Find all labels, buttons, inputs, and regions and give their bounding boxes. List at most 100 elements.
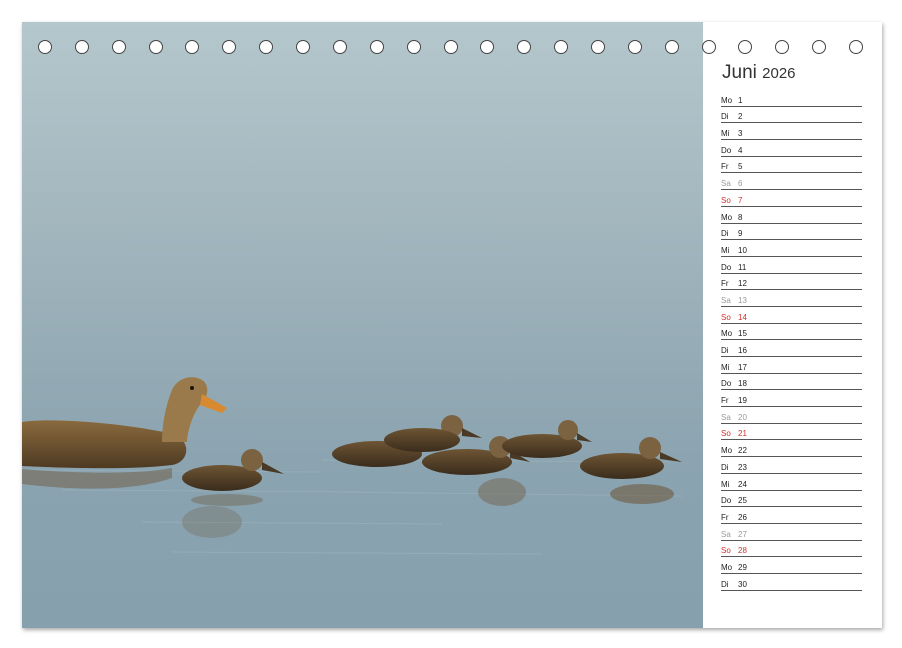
duckling-1 bbox=[182, 449, 284, 506]
day-row: Sa 13 bbox=[721, 290, 862, 307]
day-row: Di 9 bbox=[721, 224, 862, 241]
day-row: Mi 3 bbox=[721, 123, 862, 141]
day-row: So 7 bbox=[721, 190, 862, 207]
weekday-label: Fr bbox=[721, 162, 729, 172]
day-row: Fr 5 bbox=[721, 157, 862, 174]
day-row: Do 4 bbox=[721, 140, 862, 157]
day-number: 5 bbox=[738, 162, 743, 172]
day-number: 6 bbox=[738, 179, 743, 189]
day-number: 30 bbox=[738, 579, 747, 589]
day-row: Mi 17 bbox=[721, 357, 862, 374]
day-row: Do 25 bbox=[721, 491, 862, 508]
day-number: 14 bbox=[738, 312, 747, 322]
day-number: 11 bbox=[738, 262, 747, 272]
weekday-label: Mi bbox=[721, 245, 730, 255]
weekday-label: Do bbox=[721, 379, 732, 389]
day-row: So 28 bbox=[721, 541, 862, 558]
day-number: 18 bbox=[738, 379, 747, 389]
day-row: Do 18 bbox=[721, 374, 862, 391]
day-row: Mo 15 bbox=[721, 324, 862, 341]
day-row: Mi 24 bbox=[721, 474, 862, 491]
day-row: Di 16 bbox=[721, 340, 862, 357]
day-row: So 14 bbox=[721, 307, 862, 324]
weekday-label: Di bbox=[721, 346, 729, 355]
day-row: Fr 26 bbox=[721, 507, 862, 524]
day-number: 2 bbox=[738, 112, 743, 122]
weekday-label: Di bbox=[721, 462, 729, 472]
day-number: 15 bbox=[738, 329, 747, 339]
weekday-label: Sa bbox=[721, 179, 731, 189]
weekday-label: Do bbox=[721, 145, 732, 155]
day-number: 8 bbox=[738, 212, 743, 222]
weekday-label: So bbox=[721, 312, 731, 322]
day-number: 21 bbox=[738, 429, 747, 439]
weekday-label: Mi bbox=[721, 362, 730, 372]
weekday-label: Di bbox=[721, 229, 729, 239]
day-number: 9 bbox=[738, 229, 743, 239]
day-row: Di 30 bbox=[721, 574, 862, 591]
day-row: Sa 27 bbox=[721, 524, 862, 541]
day-row: So 21 bbox=[721, 424, 862, 441]
weekday-label: Mi bbox=[721, 129, 730, 139]
weekday-label: Fr bbox=[721, 279, 729, 289]
day-row: Mo 29 bbox=[721, 557, 862, 574]
day-row: Di 23 bbox=[721, 457, 862, 474]
day-number: 27 bbox=[738, 529, 747, 539]
day-number: 13 bbox=[738, 295, 747, 305]
day-number: 10 bbox=[738, 245, 747, 255]
day-number: 4 bbox=[738, 145, 743, 155]
day-row: Fr 12 bbox=[721, 274, 862, 291]
day-number: 24 bbox=[738, 479, 747, 489]
duck-family-photo bbox=[22, 22, 703, 628]
month-name: Juni bbox=[722, 62, 757, 83]
day-number: 12 bbox=[738, 279, 747, 289]
day-row: Do 11 bbox=[721, 257, 862, 274]
day-row: Mo 1 bbox=[721, 90, 862, 107]
day-list: Mo 1 Di 2 Mi 3 Do 4 Fr 5 Sa 6 So 7 Mo 8 Di 9 Mi 10 Do 11 Fr 12 S… bbox=[721, 90, 862, 591]
year-label: 2026 bbox=[762, 65, 796, 82]
day-number: 23 bbox=[738, 462, 747, 472]
weekday-label: Mo bbox=[721, 95, 733, 105]
weekday-label: Di bbox=[721, 579, 729, 589]
calendar-panel: Juni 2026 Mo 1 Di 2 Mi 3 Do 4 Fr 5 Sa 6 So 7 Mo 8 Di 9 Mi 1… bbox=[703, 22, 882, 628]
day-number: 28 bbox=[738, 546, 747, 556]
day-row: Sa 6 bbox=[721, 173, 862, 191]
weekday-label: Do bbox=[721, 496, 732, 506]
weekday-label: Mo bbox=[721, 446, 733, 456]
day-row: Fr 19 bbox=[721, 390, 862, 408]
weekday-label: Do bbox=[721, 262, 732, 272]
weekday-label: Mi bbox=[721, 479, 730, 489]
day-number: 16 bbox=[738, 346, 747, 355]
day-row: Mo 22 bbox=[721, 440, 862, 458]
weekday-label: Mo bbox=[721, 212, 733, 222]
day-number: 7 bbox=[738, 195, 743, 205]
weekday-label: So bbox=[721, 195, 731, 205]
weekday-label: Di bbox=[721, 112, 729, 122]
day-number: 19 bbox=[738, 396, 747, 406]
ducks-illustration bbox=[22, 377, 683, 555]
weekday-label: Fr bbox=[721, 512, 729, 522]
day-row: Mi 10 bbox=[721, 240, 862, 257]
day-number: 3 bbox=[738, 129, 743, 139]
weekday-label: Mo bbox=[721, 329, 733, 339]
day-number: 20 bbox=[738, 412, 747, 422]
day-number: 1 bbox=[738, 95, 743, 105]
weekday-label: Sa bbox=[721, 412, 731, 422]
weekday-label: Mo bbox=[721, 562, 733, 572]
day-number: 22 bbox=[738, 446, 747, 456]
duckling-4 bbox=[502, 420, 592, 458]
day-row: Sa 20 bbox=[721, 407, 862, 424]
day-number: 25 bbox=[738, 496, 747, 506]
weekday-label: Sa bbox=[721, 295, 731, 305]
weekday-label: So bbox=[721, 546, 731, 556]
weekday-label: Sa bbox=[721, 529, 731, 539]
day-row: Di 2 bbox=[721, 107, 862, 124]
day-row: Mo 8 bbox=[721, 207, 862, 224]
duckling-5 bbox=[580, 437, 682, 504]
day-number: 29 bbox=[738, 562, 747, 572]
day-number: 17 bbox=[738, 362, 747, 372]
day-number: 26 bbox=[738, 512, 747, 522]
calendar-page: Juni 2026 Mo 1 Di 2 Mi 3 Do 4 Fr 5 Sa 6 So 7 Mo 8 Di 9 Mi 1… bbox=[22, 22, 882, 628]
weekday-label: So bbox=[721, 429, 731, 439]
weekday-label: Fr bbox=[721, 396, 729, 406]
